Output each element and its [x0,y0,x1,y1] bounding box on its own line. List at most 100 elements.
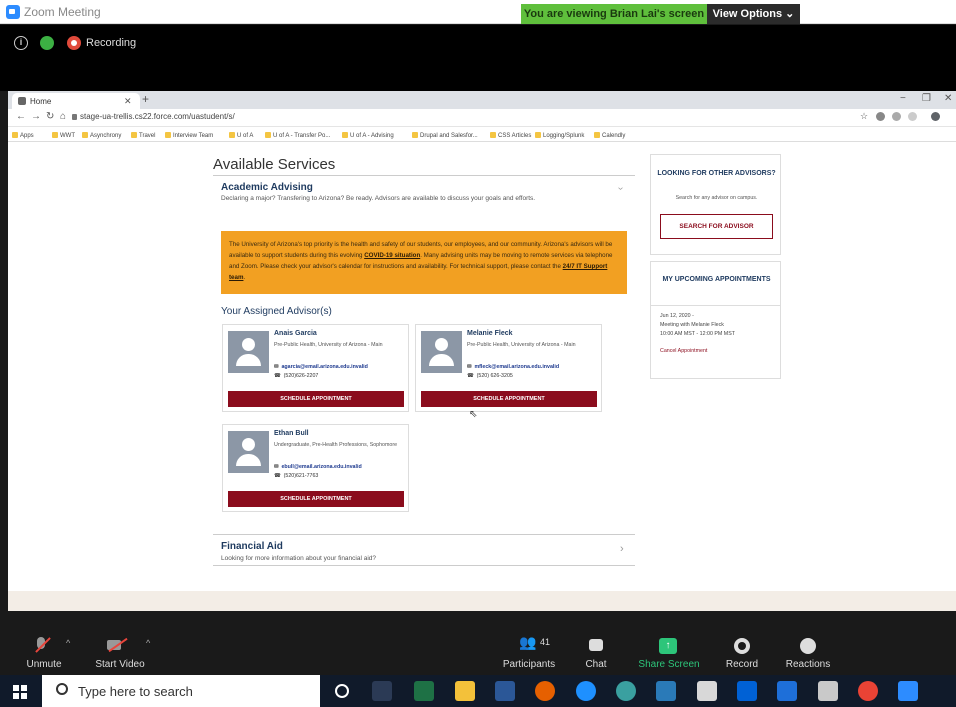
mouse-cursor-icon: ⇖ [469,409,478,420]
bookmark-item[interactable]: Calendly [594,132,625,139]
bookmark-item[interactable]: Apps [12,132,34,139]
recording-icon [67,36,81,50]
zoom-logo-icon [6,5,20,19]
chevron-down-icon[interactable]: › [615,187,626,190]
edge-icon[interactable] [576,681,596,701]
page-footer [8,591,956,611]
url-field[interactable]: stage-ua-trellis.cs22.force.com/uastuden… [80,112,235,121]
view-options-button[interactable]: View Options ⌄ [707,4,800,24]
record-button[interactable]: Record [720,659,764,670]
advisor-email-link[interactable]: mfleck@email.arizona.edu.invalid [467,364,559,370]
windows-start-icon[interactable] [13,685,27,699]
file-explorer-icon[interactable] [455,681,475,701]
lock-icon[interactable] [72,114,77,120]
participants-count: 41 [540,637,551,647]
reactions-icon[interactable] [800,638,816,654]
chrome-icon[interactable] [858,681,878,701]
restore-icon[interactable]: ❐ [922,93,931,104]
word-icon[interactable] [495,681,515,701]
bookmark-item[interactable]: U of A - Advising [342,132,394,139]
academic-advising-title[interactable]: Academic Advising [221,182,313,193]
onedrive-icon[interactable] [777,681,797,701]
share-screen-icon[interactable]: ↑ [659,638,677,654]
chevron-up-icon[interactable]: ^ [146,638,150,648]
search-icon [56,683,68,695]
academic-advising-subtitle: Declaring a major? Transfering to Arizon… [221,195,536,202]
browser-window: Home ✕ + − ❐ ✕ ← → ↻ ⌂ stage-ua-trellis.… [8,91,956,611]
divider [213,565,635,566]
shield-icon[interactable] [40,36,54,50]
microphone-muted-icon[interactable] [33,636,49,654]
advisor-program: Undergraduate, Pre-Health Professions, S… [274,442,398,448]
bookmark-item[interactable]: CSS Articles [490,132,531,139]
chat-button[interactable]: Chat [580,659,612,670]
snipping-tool-icon[interactable] [818,681,838,701]
bookmark-item[interactable]: Drupal and Salesfor... [412,132,478,139]
tab-home[interactable]: Home ✕ [12,93,140,109]
close-tab-icon[interactable]: ✕ [124,96,132,107]
bookmark-item[interactable]: U of A [229,132,253,139]
advisor-program: Pre-Public Health, University of Arizona… [467,342,576,348]
reactions-button[interactable]: Reactions [782,659,834,670]
participants-button[interactable]: Participants [496,659,562,670]
bookmark-item[interactable]: U of A - Transfer Po... [265,132,330,139]
zoom-icon[interactable] [898,681,918,701]
extension-icon[interactable] [892,112,901,121]
tab-favicon-icon [18,97,26,105]
upcoming-appointments-box: MY UPCOMING APPOINTMENTS Jun 12, 2020 - … [650,261,781,379]
outlook-icon[interactable] [656,681,676,701]
chevron-up-icon[interactable]: ^ [66,638,70,648]
star-icon[interactable]: ☆ [860,111,868,122]
advisor-name: Anais Garcia [274,330,317,337]
task-view-icon[interactable] [372,681,392,701]
bookmark-item[interactable]: Travel [131,132,155,139]
share-screen-button[interactable]: Share Screen [634,659,704,670]
minimize-icon[interactable]: − [900,93,906,104]
chevron-right-icon[interactable]: › [620,543,624,555]
schedule-appointment-button[interactable]: SCHEDULE APPOINTMENT [228,491,404,507]
browser-icon[interactable] [616,681,636,701]
calculator-icon[interactable] [697,681,717,701]
search-for-advisor-button[interactable]: SEARCH FOR ADVISOR [660,214,773,239]
reload-icon[interactable]: ↻ [46,111,54,122]
schedule-appointment-button[interactable]: SCHEDULE APPOINTMENT [228,391,404,407]
advisor-card: Ethan Bull Undergraduate, Pre-Health Pro… [222,424,409,512]
advisor-phone: (520)626-2207 [274,373,319,379]
extension-icon[interactable] [908,112,917,121]
box-icon[interactable] [737,681,757,701]
advisor-card: Anais Garcia Pre-Public Health, Universi… [222,324,409,412]
cancel-appointment-link[interactable]: Cancel Appointment [660,348,707,354]
covid-link[interactable]: COVID-19 situation [364,252,420,259]
video-off-icon[interactable] [107,636,127,654]
schedule-appointment-button[interactable]: SCHEDULE APPOINTMENT [421,391,597,407]
bookmark-item[interactable]: Logging/Splunk [535,132,584,139]
financial-aid-title[interactable]: Financial Aid [221,541,283,552]
advisor-email-link[interactable]: agarcia@email.arizona.edu.invalid [274,364,367,370]
forward-icon[interactable]: → [31,111,41,122]
zoom-window-title: Zoom Meeting [24,5,101,19]
excel-icon[interactable] [414,681,434,701]
advisor-phone: (520) 626-3205 [467,373,513,379]
profile-avatar[interactable] [931,112,940,121]
tab-title: Home [30,97,52,106]
new-tab-icon[interactable]: + [142,92,149,106]
info-icon[interactable]: i [14,36,28,50]
unmute-button[interactable]: Unmute [22,659,66,670]
close-window-icon[interactable]: ✕ [944,93,952,104]
participants-icon[interactable]: 👥 [519,634,539,651]
firefox-icon[interactable] [535,681,555,701]
bookmark-item[interactable]: WWT [52,132,75,139]
back-icon[interactable]: ← [16,111,26,122]
advisor-name: Melanie Fleck [467,330,513,337]
record-icon[interactable] [734,638,750,654]
cortana-icon[interactable] [335,684,349,698]
advisor-email-link[interactable]: ebull@email.arizona.edu.invalid [274,464,361,470]
divider [213,534,635,535]
chat-icon[interactable] [589,639,603,651]
start-video-button[interactable]: Start Video [88,659,152,670]
covid-notice: The University of Arizona's top priority… [221,231,627,294]
bookmark-item[interactable]: Asynchrony [82,132,121,139]
home-icon[interactable]: ⌂ [60,111,66,122]
bookmark-item[interactable]: Interview Team [165,132,213,139]
extension-icon[interactable] [876,112,885,121]
